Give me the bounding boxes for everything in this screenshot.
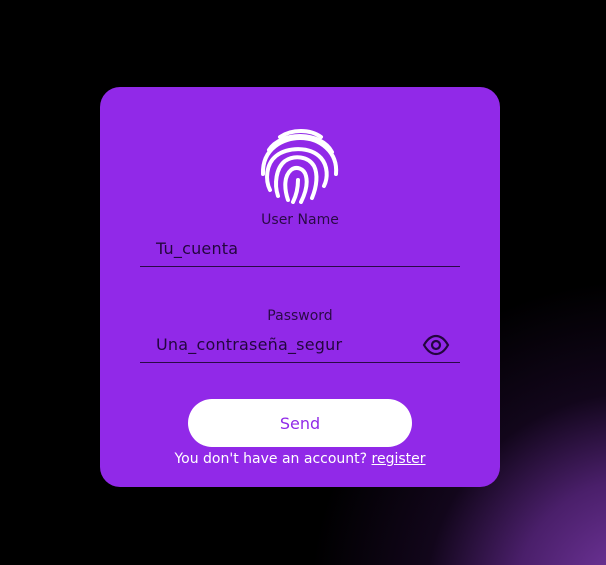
username-field[interactable]: Tu_cuenta [140, 236, 460, 267]
register-prompt: You don't have an account? register [100, 451, 500, 467]
eye-icon[interactable] [422, 334, 450, 356]
password-value: Una_contraseña_segur [156, 335, 343, 354]
fingerprint-icon [260, 129, 339, 204]
password-label: Password [267, 308, 333, 324]
register-link[interactable]: register [372, 451, 426, 467]
username-value: Tu_cuenta [156, 239, 239, 258]
send-button[interactable]: Send [188, 399, 412, 447]
register-prompt-text: You don't have an account? [174, 451, 368, 467]
username-label: User Name [261, 212, 339, 228]
password-field[interactable]: Una_contraseña_segur [140, 332, 460, 363]
